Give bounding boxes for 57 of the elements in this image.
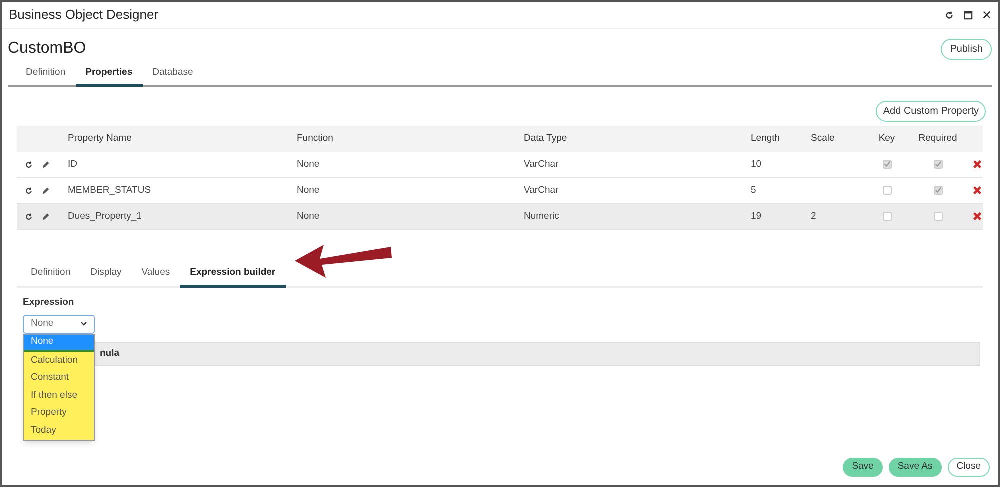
table-cell-text: 19 <box>751 210 763 224</box>
delete-icon[interactable] <box>972 160 982 170</box>
object-title: CustomBO <box>8 39 86 59</box>
table-cell-text: ID <box>68 158 78 172</box>
refresh-icon[interactable] <box>25 186 33 195</box>
expression-select[interactable]: None <box>23 314 95 334</box>
publish-button[interactable]: Publish <box>941 38 992 60</box>
expression-label: Expression <box>23 296 76 310</box>
dropdown-option[interactable]: Constant <box>24 370 94 387</box>
pencil-icon[interactable] <box>42 212 50 221</box>
select-value: None <box>31 317 54 332</box>
table-cell-text: 10 <box>751 158 763 172</box>
table-cell-text: Dues_Property_1 <box>68 210 143 224</box>
table-cell-text: VarChar <box>524 158 560 172</box>
delete-icon[interactable] <box>972 212 982 222</box>
column-header: Required <box>918 132 958 146</box>
table-cell-text: Numeric <box>524 210 560 224</box>
refresh-icon[interactable] <box>25 160 33 169</box>
window-title: Business Object Designer <box>9 6 159 24</box>
delete-icon[interactable] <box>972 186 982 196</box>
tab[interactable]: Values <box>132 263 180 288</box>
chevron-down-icon <box>81 322 87 326</box>
column-header: Key <box>878 132 896 146</box>
table-cell-text: None <box>297 184 321 198</box>
table-cell-text: None <box>297 158 321 172</box>
refresh-icon[interactable] <box>945 10 954 20</box>
tab[interactable]: Display <box>80 263 132 288</box>
column-header: Scale <box>811 132 836 146</box>
column-header: Length <box>751 132 782 146</box>
maximize-icon[interactable] <box>964 10 973 20</box>
close-icon[interactable] <box>983 11 991 19</box>
table-cell-text: VarChar <box>524 184 560 198</box>
add-property-button[interactable]: Add Custom Property <box>876 101 986 122</box>
formula-header: nula <box>100 346 120 361</box>
tab[interactable]: Definition <box>16 63 76 88</box>
tab[interactable]: Expression builder <box>180 263 286 288</box>
dropdown-option[interactable]: Calculation <box>24 352 94 370</box>
table-cell-text: 2 <box>811 210 818 224</box>
dropdown-option[interactable]: If then else <box>24 387 94 404</box>
table-cell-text: 5 <box>751 184 758 198</box>
pencil-icon[interactable] <box>42 160 50 169</box>
dropdown-option[interactable]: Today <box>24 422 94 440</box>
footer-button[interactable]: Save <box>843 458 883 477</box>
footer-button[interactable]: Close <box>948 458 990 477</box>
column-header: Property Name <box>68 132 133 146</box>
footer-button[interactable]: Save As <box>888 458 942 477</box>
refresh-icon[interactable] <box>25 212 33 221</box>
table-cell-text: None <box>297 210 321 224</box>
tab[interactable]: Database <box>142 63 204 88</box>
table-cell-text: MEMBER_STATUS <box>68 184 152 198</box>
tab[interactable]: Properties <box>76 63 143 88</box>
column-header: Function <box>297 132 334 146</box>
column-header: Data Type <box>524 132 568 146</box>
pencil-icon[interactable] <box>42 186 50 195</box>
tab[interactable]: Definition <box>21 263 81 288</box>
table-row[interactable]: Dues_Property_1 None Numeric 19 2 <box>17 204 983 230</box>
dropdown-option[interactable]: Property <box>24 404 94 422</box>
